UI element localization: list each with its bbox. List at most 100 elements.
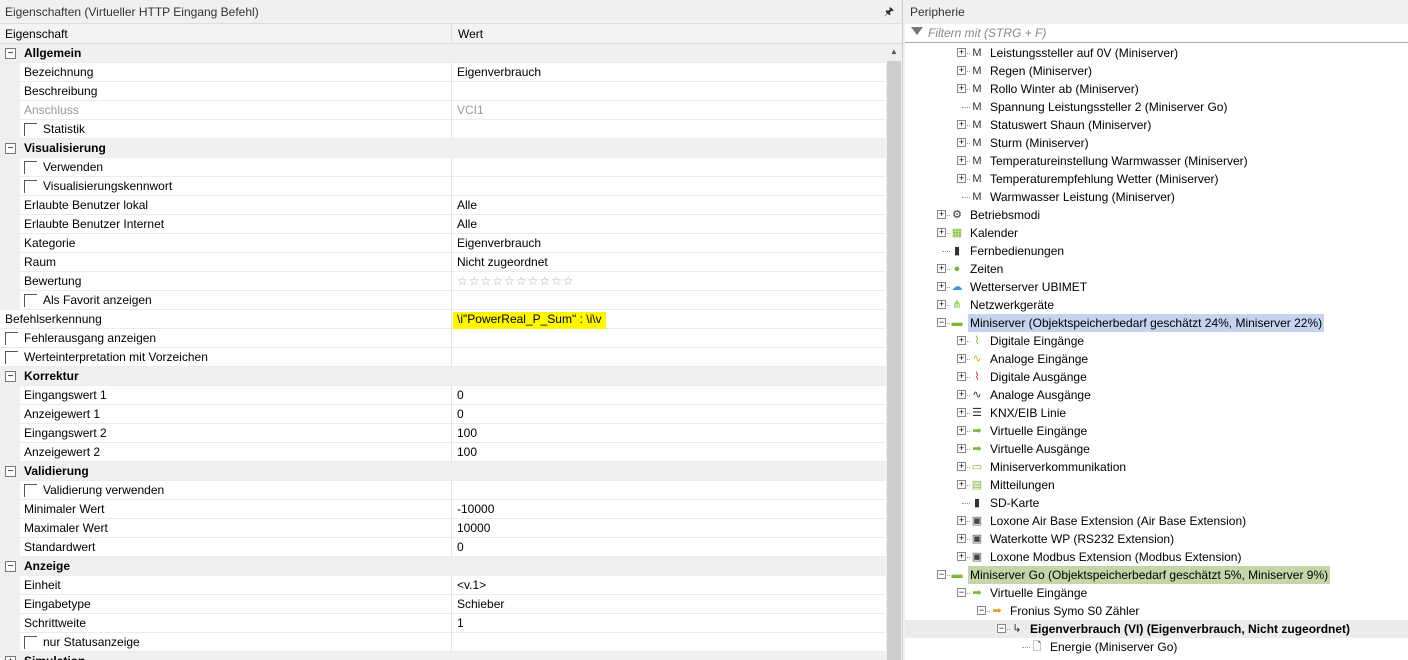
tree-item[interactable]: + M Leistungssteller auf 0V (Miniserver) bbox=[905, 44, 1408, 62]
property-value[interactable]: 100 bbox=[451, 424, 886, 443]
property-value[interactable]: Eigenverbrauch bbox=[451, 234, 886, 253]
tree-item[interactable]: + ▣ Loxone Modbus Extension (Modbus Extens… bbox=[905, 548, 1408, 566]
column-header-value[interactable]: Wert bbox=[451, 24, 483, 44]
tree-item[interactable]: + M Statuswert Shaun (Miniserver) bbox=[905, 116, 1408, 134]
expand-icon[interactable]: + bbox=[957, 48, 966, 57]
property-row[interactable]: Befehlserkennung \i"PowerReal_P_Sum" : \i… bbox=[0, 310, 886, 329]
collapse-icon[interactable]: − bbox=[977, 606, 986, 615]
property-row[interactable]: Raum Nicht zugeordnet bbox=[0, 253, 886, 272]
section-header[interactable]: − Korrektur bbox=[0, 367, 886, 386]
tree-item[interactable]: + ∿ Analoge Eingänge bbox=[905, 350, 1408, 368]
property-row[interactable]: nur Statusanzeige bbox=[0, 633, 886, 652]
expand-icon[interactable]: + bbox=[957, 444, 966, 453]
tree-item[interactable]: + ☁ Wetterserver UBIMET bbox=[905, 278, 1408, 296]
collapse-icon[interactable]: − bbox=[997, 624, 1006, 633]
property-row[interactable]: Bezeichnung Eigenverbrauch bbox=[0, 63, 886, 82]
expand-icon[interactable]: + bbox=[957, 372, 966, 381]
expand-icon[interactable]: + bbox=[957, 534, 966, 543]
property-row[interactable]: Maximaler Wert 10000 bbox=[0, 519, 886, 538]
tree-item[interactable]: − ➡ Fronius Symo S0 Zähler bbox=[905, 602, 1408, 620]
tree-item[interactable]: + ⋔ Netzwerkgeräte bbox=[905, 296, 1408, 314]
section-header[interactable]: + Simulation bbox=[0, 652, 886, 660]
property-row[interactable]: Verwenden bbox=[0, 158, 886, 177]
collapse-icon[interactable]: − bbox=[5, 371, 16, 382]
expand-icon[interactable]: + bbox=[957, 426, 966, 435]
tree-item[interactable]: + ☰ KNX/EIB Linie bbox=[905, 404, 1408, 422]
tree-item[interactable]: 🗋 Energie (Miniserver Go) bbox=[905, 638, 1408, 656]
property-value[interactable]: Alle bbox=[451, 215, 886, 234]
property-value[interactable] bbox=[451, 177, 886, 196]
property-value[interactable]: 0 bbox=[451, 386, 886, 405]
expand-icon[interactable]: + bbox=[957, 120, 966, 129]
property-value[interactable]: ☆☆☆☆☆☆☆☆☆☆ bbox=[451, 272, 886, 291]
property-value[interactable] bbox=[451, 291, 886, 310]
collapse-icon[interactable]: − bbox=[937, 318, 946, 327]
expand-icon[interactable]: + bbox=[957, 408, 966, 417]
property-value[interactable] bbox=[451, 120, 886, 139]
scroll-up-arrow-icon[interactable]: ▲ bbox=[886, 44, 902, 60]
collapse-icon[interactable]: − bbox=[5, 561, 16, 572]
property-row[interactable]: Standardwert 0 bbox=[0, 538, 886, 557]
property-value[interactable] bbox=[451, 329, 886, 348]
collapse-icon[interactable]: − bbox=[5, 466, 16, 477]
tree-item[interactable]: − ➡ Virtuelle Eingänge bbox=[905, 584, 1408, 602]
property-value[interactable]: 10000 bbox=[451, 519, 886, 538]
property-row[interactable]: Schrittweite 1 bbox=[0, 614, 886, 633]
property-row[interactable]: Validierung verwenden bbox=[0, 481, 886, 500]
checkbox[interactable] bbox=[5, 351, 18, 364]
property-row[interactable]: Anzeigewert 2 100 bbox=[0, 443, 886, 462]
property-value[interactable] bbox=[451, 633, 886, 652]
section-header[interactable]: − Validierung bbox=[0, 462, 886, 481]
property-row[interactable]: Eingangswert 2 100 bbox=[0, 424, 886, 443]
tree-item[interactable]: + M Sturm (Miniserver) bbox=[905, 134, 1408, 152]
tree-item[interactable]: + ▣ Waterkotte WP (RS232 Extension) bbox=[905, 530, 1408, 548]
property-row[interactable]: Visualisierungskennwort bbox=[0, 177, 886, 196]
property-row[interactable]: Anzeigewert 1 0 bbox=[0, 405, 886, 424]
property-row[interactable]: Beschreibung bbox=[0, 82, 886, 101]
section-header[interactable]: − Anzeige bbox=[0, 557, 886, 576]
property-row[interactable]: Anschluss VCI1 bbox=[0, 101, 886, 120]
pin-icon[interactable]: 🖈 bbox=[884, 0, 894, 24]
property-row[interactable]: Minimaler Wert -10000 bbox=[0, 500, 886, 519]
column-header-property[interactable]: Eigenschaft bbox=[5, 24, 68, 44]
property-row[interactable]: Erlaubte Benutzer Internet Alle bbox=[0, 215, 886, 234]
property-row[interactable]: Als Favorit anzeigen bbox=[0, 291, 886, 310]
property-value[interactable]: 0 bbox=[451, 405, 886, 424]
collapse-icon[interactable]: − bbox=[957, 588, 966, 597]
expand-icon[interactable]: + bbox=[937, 282, 946, 291]
tree-item[interactable]: + M Temperatureinstellung Warmwasser (Mini… bbox=[905, 152, 1408, 170]
section-header[interactable]: − Allgemein bbox=[0, 44, 886, 63]
expand-icon[interactable]: + bbox=[957, 174, 966, 183]
property-row[interactable]: Statistik bbox=[0, 120, 886, 139]
collapse-icon[interactable]: − bbox=[937, 570, 946, 579]
property-value[interactable]: Nicht zugeordnet bbox=[451, 253, 886, 272]
tree-item[interactable]: + ● Zeiten bbox=[905, 260, 1408, 278]
expand-icon[interactable]: + bbox=[937, 264, 946, 273]
tree-item[interactable]: + M Temperaturempfehlung Wetter (Miniserve… bbox=[905, 170, 1408, 188]
collapse-icon[interactable]: − bbox=[5, 143, 16, 154]
scrollbar-thumb[interactable] bbox=[887, 61, 901, 660]
expand-icon[interactable]: + bbox=[957, 516, 966, 525]
tree-item[interactable]: ▮ SD-Karte bbox=[905, 494, 1408, 512]
tree-item[interactable]: ▮ Fernbedienungen bbox=[905, 242, 1408, 260]
property-value[interactable]: <v.1> bbox=[451, 576, 886, 595]
property-value[interactable]: 1 bbox=[451, 614, 886, 633]
tree-item[interactable]: + ➡ Virtuelle Eingänge bbox=[905, 422, 1408, 440]
expand-icon[interactable]: + bbox=[957, 336, 966, 345]
expand-icon[interactable]: + bbox=[957, 66, 966, 75]
tree-item[interactable]: + ⌇ Digitale Ausgänge bbox=[905, 368, 1408, 386]
tree-item[interactable]: − ▬ Miniserver Go (Objektspeicherbedarf ge… bbox=[905, 566, 1408, 584]
property-value[interactable]: -10000 bbox=[451, 500, 886, 519]
expand-icon[interactable]: + bbox=[957, 84, 966, 93]
property-value[interactable]: 0 bbox=[451, 538, 886, 557]
checkbox[interactable] bbox=[24, 180, 37, 193]
expand-icon[interactable]: + bbox=[957, 462, 966, 471]
tree-item[interactable]: + ⚙ Betriebsmodi bbox=[905, 206, 1408, 224]
property-value[interactable]: \i"PowerReal_P_Sum" : \i\v bbox=[451, 310, 886, 329]
checkbox[interactable] bbox=[5, 332, 18, 345]
expand-icon[interactable]: + bbox=[957, 552, 966, 561]
section-header[interactable]: − Visualisierung bbox=[0, 139, 886, 158]
tree-item[interactable]: + ▭ Miniserverkommunikation bbox=[905, 458, 1408, 476]
property-value[interactable] bbox=[451, 158, 886, 177]
property-row[interactable]: Fehlerausgang anzeigen bbox=[0, 329, 886, 348]
